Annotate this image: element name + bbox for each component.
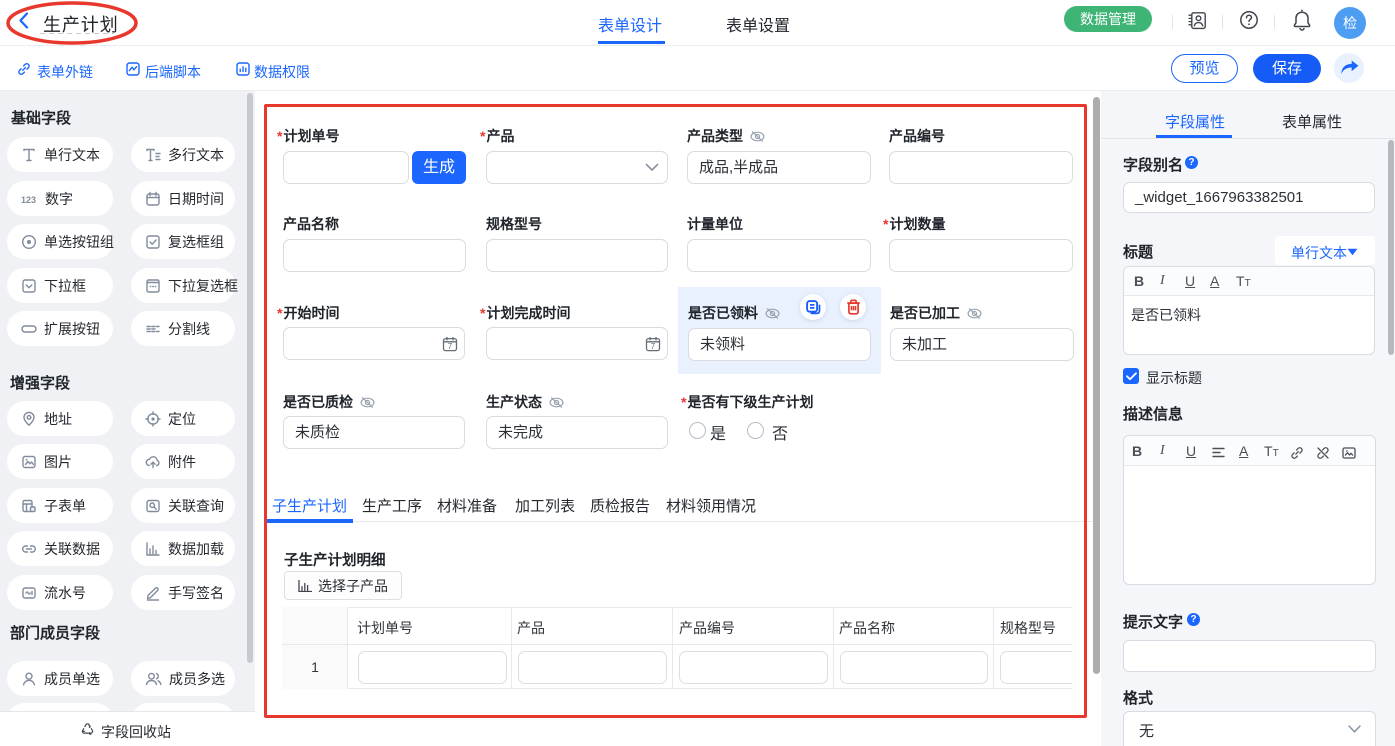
svg-text:123: 123 bbox=[21, 195, 36, 205]
